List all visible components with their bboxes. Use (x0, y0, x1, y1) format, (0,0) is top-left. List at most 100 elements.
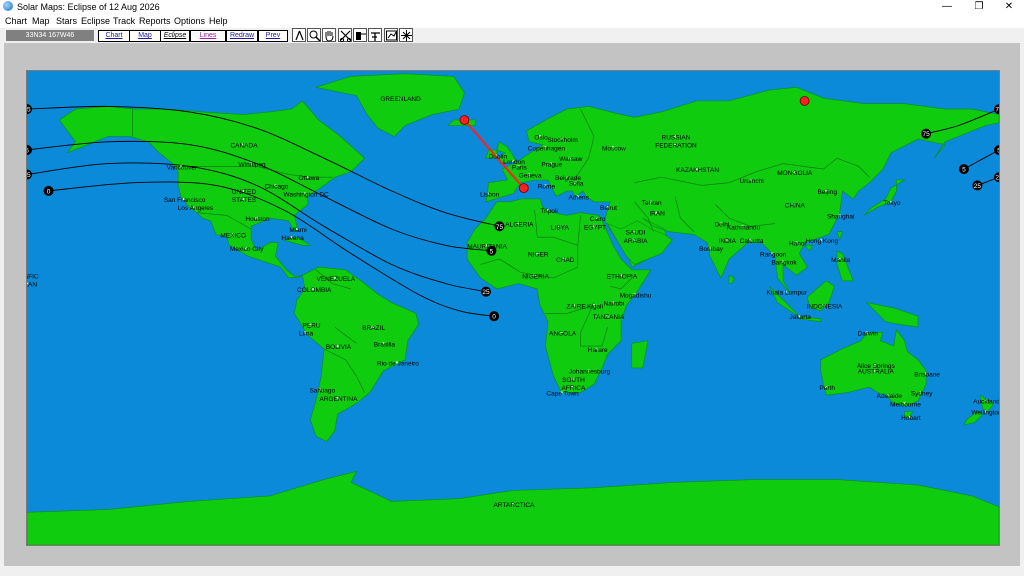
star-icon[interactable] (399, 28, 413, 42)
eclipse-marker-arctic (799, 96, 810, 106)
map-label-27: ARGENTINA (320, 396, 359, 403)
minimize-button[interactable]: — (932, 0, 962, 14)
map-label-65: Calcutta (740, 238, 764, 245)
map-label-94: Cape Town (546, 390, 579, 397)
map-label-46: MONGOLIA (777, 170, 813, 177)
map-label-98: Melbourne (890, 401, 921, 408)
chart-button[interactable]: Chart (98, 30, 130, 42)
map-label-43: Rome (538, 183, 556, 190)
menu-bar: Chart Map Stars Eclipse Track Reports Op… (0, 14, 1024, 28)
prev-button[interactable]: Prev (258, 30, 288, 42)
map-label-10: Los Angeles (178, 205, 214, 212)
contact-line-end-3-label: 0 (492, 314, 496, 321)
map-label-4: Ottawa (299, 175, 320, 182)
map-label-11: Houston (245, 216, 270, 223)
coordinates-display: 33N34 167W46 (6, 30, 94, 41)
toolbar: 33N34 167W46 Chart Map Eclipse Lines Red… (0, 28, 1024, 43)
redraw-button[interactable]: Redraw (226, 30, 258, 42)
map-label-71: Manila (831, 257, 851, 264)
contact-line-east-end-2-label: 25 (995, 175, 999, 182)
map-label-16: ACIFIC (27, 273, 39, 280)
map-label-86: Harare (588, 347, 608, 354)
close-button[interactable]: ✕ (994, 0, 1024, 14)
map-label-78: Kuala Lumpur (766, 290, 807, 297)
map-label-72: MAURITANIA (467, 243, 507, 250)
compass-icon[interactable] (292, 28, 306, 42)
map-label-91: Johannesburg (569, 369, 611, 376)
map-button[interactable]: Map (129, 30, 161, 42)
menu-options[interactable]: Options (174, 14, 205, 28)
map-label-73: NIGER (528, 252, 549, 259)
map-label-100: Wellington (971, 410, 999, 417)
menu-chart[interactable]: Chart (5, 14, 27, 28)
map-label-69: Rangoon (760, 252, 787, 259)
menu-eclipse[interactable]: Eclipse (81, 14, 110, 28)
contact-line-start-2-label: 25 (27, 172, 31, 179)
map-label-60: SAUDI (626, 230, 646, 237)
map-label-58: EGYPT (584, 224, 606, 231)
map-label-1: CANADA (230, 143, 258, 150)
map-label-48: Beijing (817, 189, 837, 196)
map-label-29: Stockholm (547, 137, 577, 144)
map-label-102: ARTARCTICA (494, 502, 536, 509)
map-label-2: Winnipeg (239, 162, 266, 169)
map-label-30: Copenhagen (528, 145, 566, 152)
map-label-20: PERU (302, 322, 320, 329)
map-label-59: Cairo (590, 216, 606, 223)
map-label-50: Tripoli (540, 208, 557, 215)
zoom-icon[interactable] (307, 28, 321, 42)
menu-map[interactable]: Map (32, 14, 50, 28)
map-label-97: Sydney (911, 390, 933, 397)
map-label-22: BRAZIL (362, 325, 385, 332)
lines-button[interactable]: Lines (190, 30, 226, 42)
map-label-61: ARABIA (624, 238, 649, 245)
menu-stars[interactable]: Stars (56, 14, 77, 28)
map-label-23: BOLIVIA (326, 344, 352, 351)
map-label-55: Shanghai (827, 213, 854, 220)
contact-line-start-3-label: 0 (47, 188, 51, 195)
chart-icon[interactable] (384, 28, 398, 42)
map-label-38: FEDERATION (655, 143, 697, 150)
map-label-51: Beirut (600, 205, 617, 212)
eclipse-marker-start (459, 115, 470, 125)
contact-line-end-0-label: 75 (496, 224, 504, 231)
menu-reports[interactable]: Reports (139, 14, 171, 28)
map-label-6: UNITED (232, 189, 257, 196)
map-label-80: Jakarta (790, 314, 812, 321)
map-label-74: CHAD (556, 257, 575, 264)
app-icon (3, 1, 13, 11)
map-label-36: Moscow (602, 145, 626, 152)
menu-help[interactable]: Help (209, 14, 228, 28)
map-label-42: Lisbon (480, 192, 500, 199)
map-label-92: SOUTH (562, 377, 585, 384)
map-label-85: ANGOLA (549, 331, 577, 338)
map-label-76: ETHIOPIA (607, 273, 638, 280)
restore-button[interactable]: ❐ (964, 0, 994, 14)
menu-track[interactable]: Track (113, 14, 135, 28)
map-label-28: Oslo (534, 134, 548, 141)
world-map-canvas[interactable]: 7575552525007575552525GREENLANDCANADAWin… (27, 71, 999, 545)
map-label-5: Chicago (264, 183, 288, 190)
map-label-0: GREENLAND (380, 96, 421, 103)
map-label-101: Hobart (901, 415, 921, 422)
world-map[interactable]: 7575552525007575552525GREENLANDCANADAWin… (26, 70, 1000, 546)
map-label-79: INDONESIA (807, 303, 843, 310)
eclipse-button[interactable]: Eclipse (160, 30, 190, 42)
map-label-8: Washington DC (283, 192, 329, 199)
status-strip (0, 566, 1024, 576)
map-label-12: Miami (289, 227, 306, 234)
map-label-84: TANZANIA (593, 314, 625, 321)
title-bar: Solar Maps: Eclipse of 12 Aug 2026 — ❐ ✕ (0, 0, 1024, 14)
map-label-67: Hong Kong (806, 238, 839, 245)
map-label-83: Nairobi (604, 301, 625, 308)
map-label-37: RUSSIAN (662, 134, 691, 141)
hand-icon[interactable] (322, 28, 336, 42)
map-label-64: INDIA (719, 238, 737, 245)
map-label-75: NIGERIA (522, 273, 549, 280)
ruler-icon[interactable] (353, 28, 367, 42)
crosshair-icon[interactable] (368, 28, 382, 42)
map-label-77: Mogadishu (620, 292, 652, 299)
scissors-icon[interactable] (338, 28, 352, 42)
map-label-13: Havana (281, 235, 304, 242)
map-label-47: Urumchi (739, 178, 763, 185)
